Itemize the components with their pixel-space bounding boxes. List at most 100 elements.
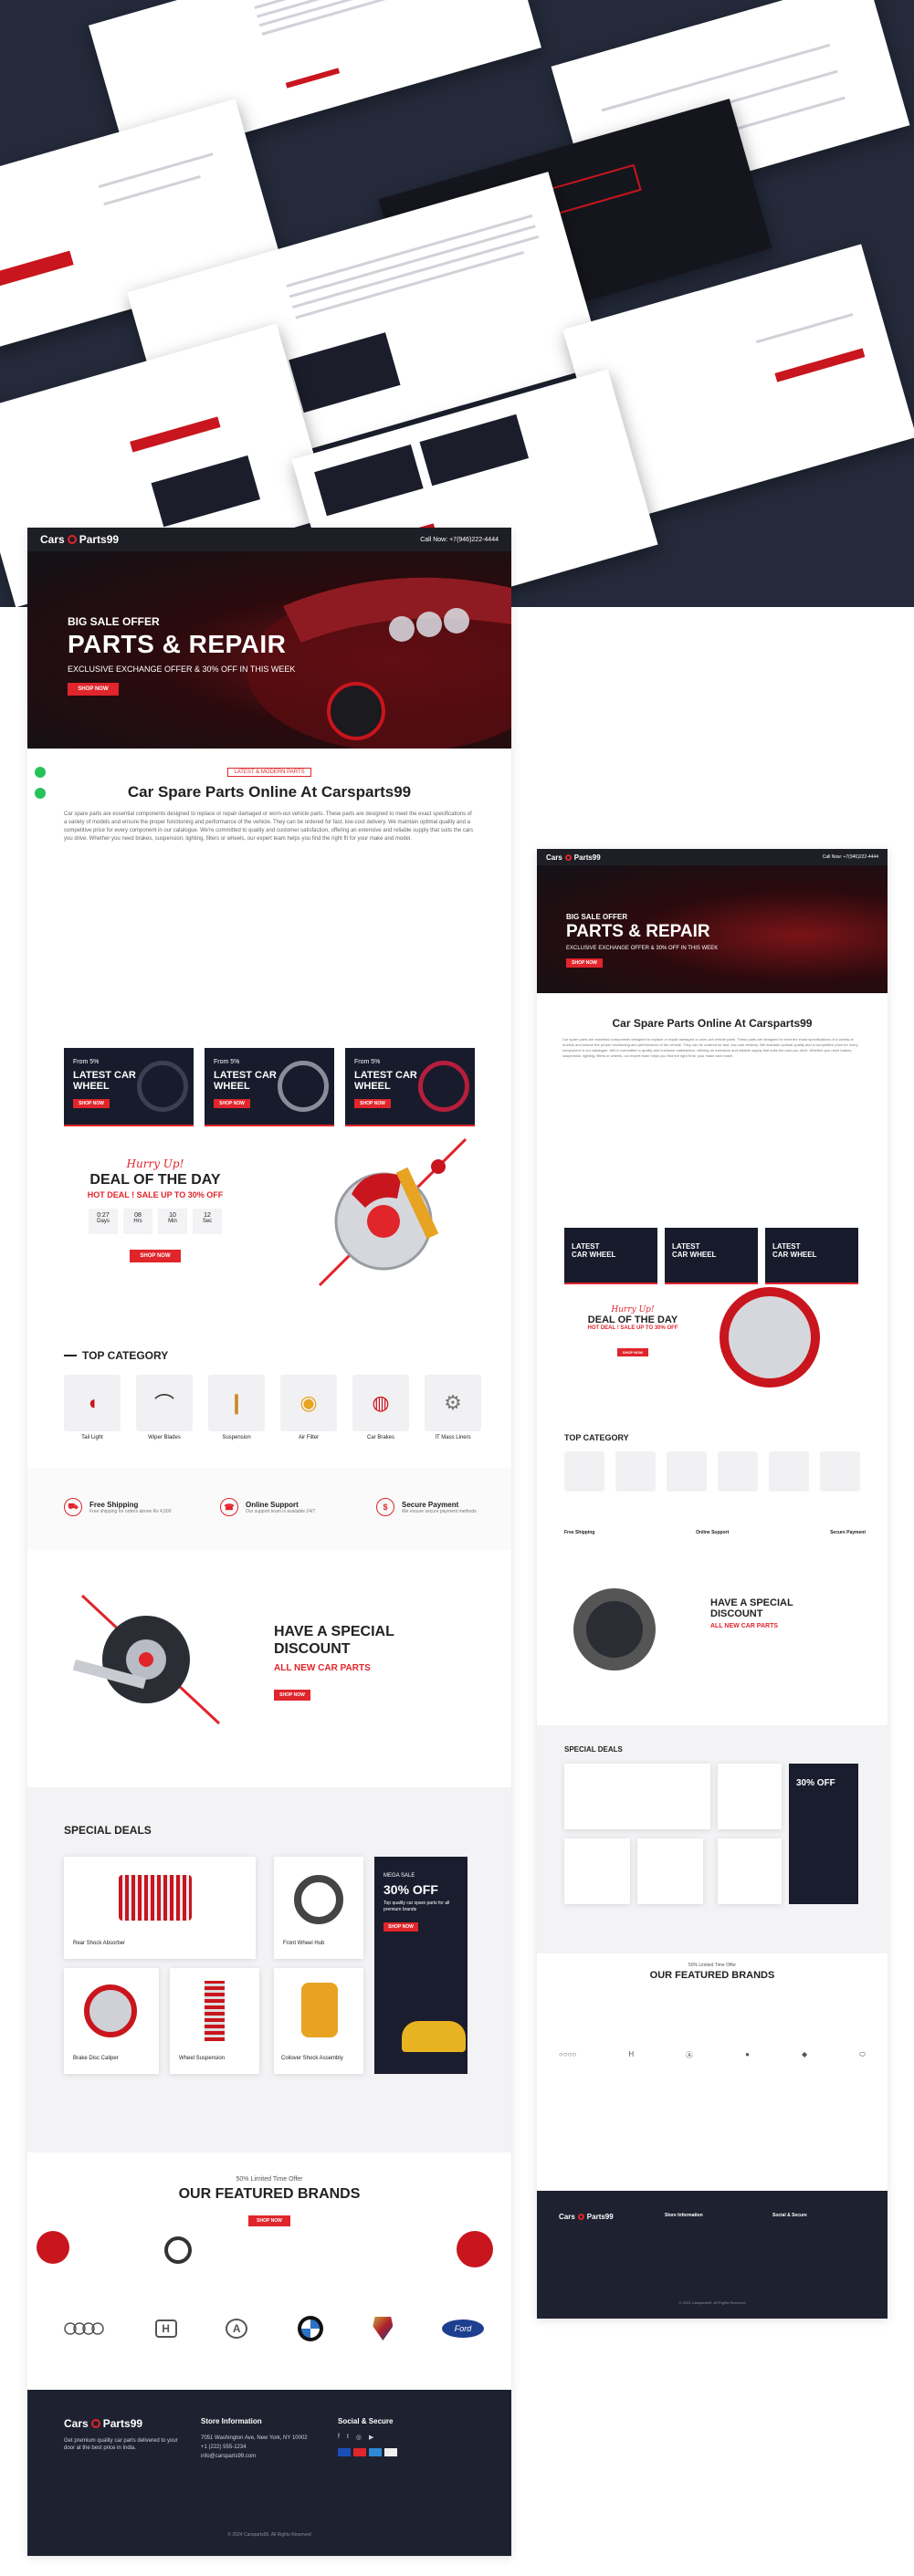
honda-logo[interactable]: H — [628, 2050, 634, 2060]
deal-product-card[interactable]: Brake Disc Caliper — [64, 1968, 159, 2074]
brands-eyebrow: 50% Limited Time Offer — [236, 2176, 303, 2183]
deal-product-card[interactable]: Coilover Shock Assembly — [274, 1968, 363, 2074]
feature-item: $ Secure Payment We ensure secure payment … — [376, 1493, 484, 1521]
category-item[interactable] — [820, 1451, 860, 1492]
audi-logo[interactable]: ○○○○ — [559, 2050, 576, 2060]
promo-shop-button[interactable]: SHOP NOW — [354, 1099, 391, 1108]
preview-footer: Cars Parts99 Store Information Social & S… — [537, 2191, 888, 2319]
deal-product-card[interactable] — [564, 1838, 630, 1904]
car-headlight-image — [247, 577, 511, 749]
deal-script: Hurry Up! — [126, 1157, 184, 1170]
cadillac-logo[interactable]: ◆ — [802, 2050, 807, 2060]
audi-logo[interactable] — [64, 2322, 106, 2335]
brands-title: OUR FEATURED BRANDS — [178, 2186, 361, 2202]
preview-logo[interactable]: Cars Parts99 — [546, 853, 601, 862]
facebook-icon[interactable]: f — [338, 2434, 340, 2441]
social-icons: f t ◎ ▶ — [338, 2434, 373, 2441]
category-item[interactable]: ◉ Air Filter — [280, 1375, 337, 1440]
special-deals-section: SPECIAL DEALS Rear Shock Absorber Front … — [27, 1787, 511, 2152]
category-list: ◖ Tail Light ⌒ Wiper Blades ❙ Suspension ◉ A… — [64, 1375, 484, 1440]
air-filter-icon: ◉ — [299, 1391, 318, 1414]
bmw-logo[interactable] — [297, 2315, 324, 2342]
deal-product-card[interactable]: Rear Shock Absorber — [64, 1857, 256, 1959]
acura-logo[interactable]: Ⓐ — [686, 2050, 693, 2060]
bmw-logo[interactable]: ● — [745, 2050, 750, 2060]
category-item[interactable]: ◍ Car Brakes — [352, 1375, 409, 1440]
footer-logo[interactable]: Cars Parts99 — [64, 2417, 142, 2430]
category-item[interactable] — [718, 1451, 758, 1492]
deal-shop-button[interactable]: SHOP NOW — [130, 1250, 181, 1262]
promo-card[interactable]: From 5% LATEST CAR WHEEL SHOP NOW — [64, 1048, 194, 1126]
deal-product-card[interactable]: Front Wheel Hub — [274, 1857, 363, 1959]
preview-special: HAVE A SPECIAL DISCOUNT ALL NEW CAR PART… — [710, 1597, 793, 1629]
intro-title: Car Spare Parts Online At Carsparts99 — [127, 783, 412, 801]
call-now-text[interactable]: Call Now: +7(946)222-4444 — [420, 537, 499, 543]
support-icon: ☎ — [220, 1498, 238, 1516]
category-item[interactable] — [564, 1451, 604, 1492]
preview-wheel-image — [573, 1588, 656, 1670]
category-item[interactable] — [769, 1451, 809, 1492]
truck-icon: ⛟ — [64, 1498, 82, 1516]
deal-of-day-block: Hurry Up! DEAL OF THE DAY HOT DEAL ! SAL… — [64, 1157, 247, 1262]
ford-logo[interactable]: ⬭ — [859, 2050, 866, 2060]
site-logo[interactable]: Cars Parts99 — [40, 533, 119, 546]
deal-product-card[interactable]: Wheel Suspension — [170, 1968, 259, 2074]
category-item[interactable]: ◖ Tail Light — [64, 1375, 121, 1440]
category-item[interactable] — [667, 1451, 707, 1492]
youtube-icon[interactable]: ▶ — [369, 2434, 373, 2441]
ford-logo[interactable]: Ford — [441, 2319, 484, 2338]
promo-card[interactable]: From 5% LATEST CAR WHEEL SHOP NOW — [205, 1048, 334, 1126]
tail-light-icon: ◖ — [86, 1391, 99, 1414]
hero-shop-button[interactable]: SHOP NOW — [68, 683, 119, 696]
deal-product-card[interactable] — [718, 1764, 782, 1829]
promo-shop-button[interactable]: SHOP NOW — [73, 1099, 110, 1108]
brake-icon: ◍ — [372, 1391, 390, 1414]
deal-offer-banner[interactable]: 30% OFF — [789, 1764, 858, 1904]
brands-shop-button[interactable]: SHOP NOW — [248, 2215, 290, 2226]
feature-item: ☎ Online Support Our support team is avail… — [220, 1493, 328, 1521]
cadillac-logo[interactable] — [373, 2317, 394, 2340]
special-title: HAVE A SPECIAL DISCOUNT — [274, 1624, 394, 1657]
category-item[interactable]: ⌒ Wiper Blades — [136, 1375, 193, 1440]
acura-logo[interactable]: A — [226, 2319, 248, 2339]
intro-section: LATEST & MODERN PARTS Car Spare Parts On… — [27, 761, 511, 843]
footer-store-title: Store Information — [201, 2417, 262, 2425]
preview-brand-logos: ○○○○ H Ⓐ ● ◆ ⬭ — [559, 2050, 866, 2060]
promo-card[interactable]: LATEST CAR WHEEL — [564, 1228, 657, 1284]
promo-card[interactable]: LATEST CAR WHEEL — [765, 1228, 858, 1284]
deal-product-card[interactable] — [564, 1764, 710, 1829]
hero-eyebrow: BIG SALE OFFER — [68, 615, 160, 628]
footer-social-title: Social & Secure — [338, 2417, 394, 2425]
desktop-page: Cars Parts99 Call Now: +7(946)222-4444 B… — [27, 528, 511, 2556]
wiper-icon: ⌒ — [153, 1393, 174, 1416]
special-shop-button[interactable]: SHOP NOW — [274, 1690, 310, 1701]
preview-promo-row: LATEST CAR WHEEL LATEST CAR WHEEL LATEST… — [564, 1228, 858, 1284]
offer-shop-button[interactable]: SHOP NOW — [383, 1922, 418, 1932]
category-item[interactable]: ⚙ IT Mass Liners — [425, 1375, 481, 1440]
deal-offer-banner[interactable]: MEGA SALE 30% OFF Top quality car spare … — [374, 1857, 468, 2074]
preview-special-deals: SPECIAL DEALS 30% OFF — [537, 1725, 888, 1953]
countdown-cell: 0:27 Days — [89, 1209, 118, 1234]
instagram-icon[interactable]: ◎ — [356, 2434, 362, 2441]
steering-wheel-icon — [164, 2236, 192, 2264]
twitter-icon[interactable]: t — [347, 2434, 349, 2441]
sports-car-image — [402, 2021, 466, 2052]
promo-row: From 5% LATEST CAR WHEEL SHOP NOW From 5… — [64, 1048, 475, 1126]
special-deals-title: SPECIAL DEALS — [64, 1824, 152, 1837]
hero-subtitle: EXCLUSIVE EXCHANGE OFFER & 30% OFF IN TH… — [68, 665, 296, 674]
preview-category-title: TOP CATEGORY — [564, 1433, 629, 1442]
brands-section: 50% Limited Time Offer OUR FEATURED BRAN… — [27, 2176, 511, 2226]
promo-shop-button[interactable]: SHOP NOW — [214, 1099, 250, 1108]
promo-card[interactable]: LATEST CAR WHEEL — [665, 1228, 758, 1284]
deal-product-card[interactable] — [718, 1838, 782, 1904]
promo-card[interactable]: From 5% LATEST CAR WHEEL SHOP NOW — [345, 1048, 475, 1126]
brand-logos: H A Ford — [64, 2315, 484, 2342]
deal-product-card[interactable] — [637, 1838, 703, 1904]
top-category-title: TOP CATEGORY — [82, 1349, 169, 1362]
category-item[interactable] — [615, 1451, 656, 1492]
features-row: ⛟ Free Shipping Free shipping for orders a… — [64, 1493, 484, 1521]
footer-copyright: © 2024 Carsparts99. All Rights Reserved — [227, 2532, 311, 2538]
honda-logo[interactable]: H — [154, 2319, 177, 2338]
category-item[interactable]: ❙ Suspension — [208, 1375, 265, 1440]
wheel-hub-image — [72, 1594, 221, 1725]
